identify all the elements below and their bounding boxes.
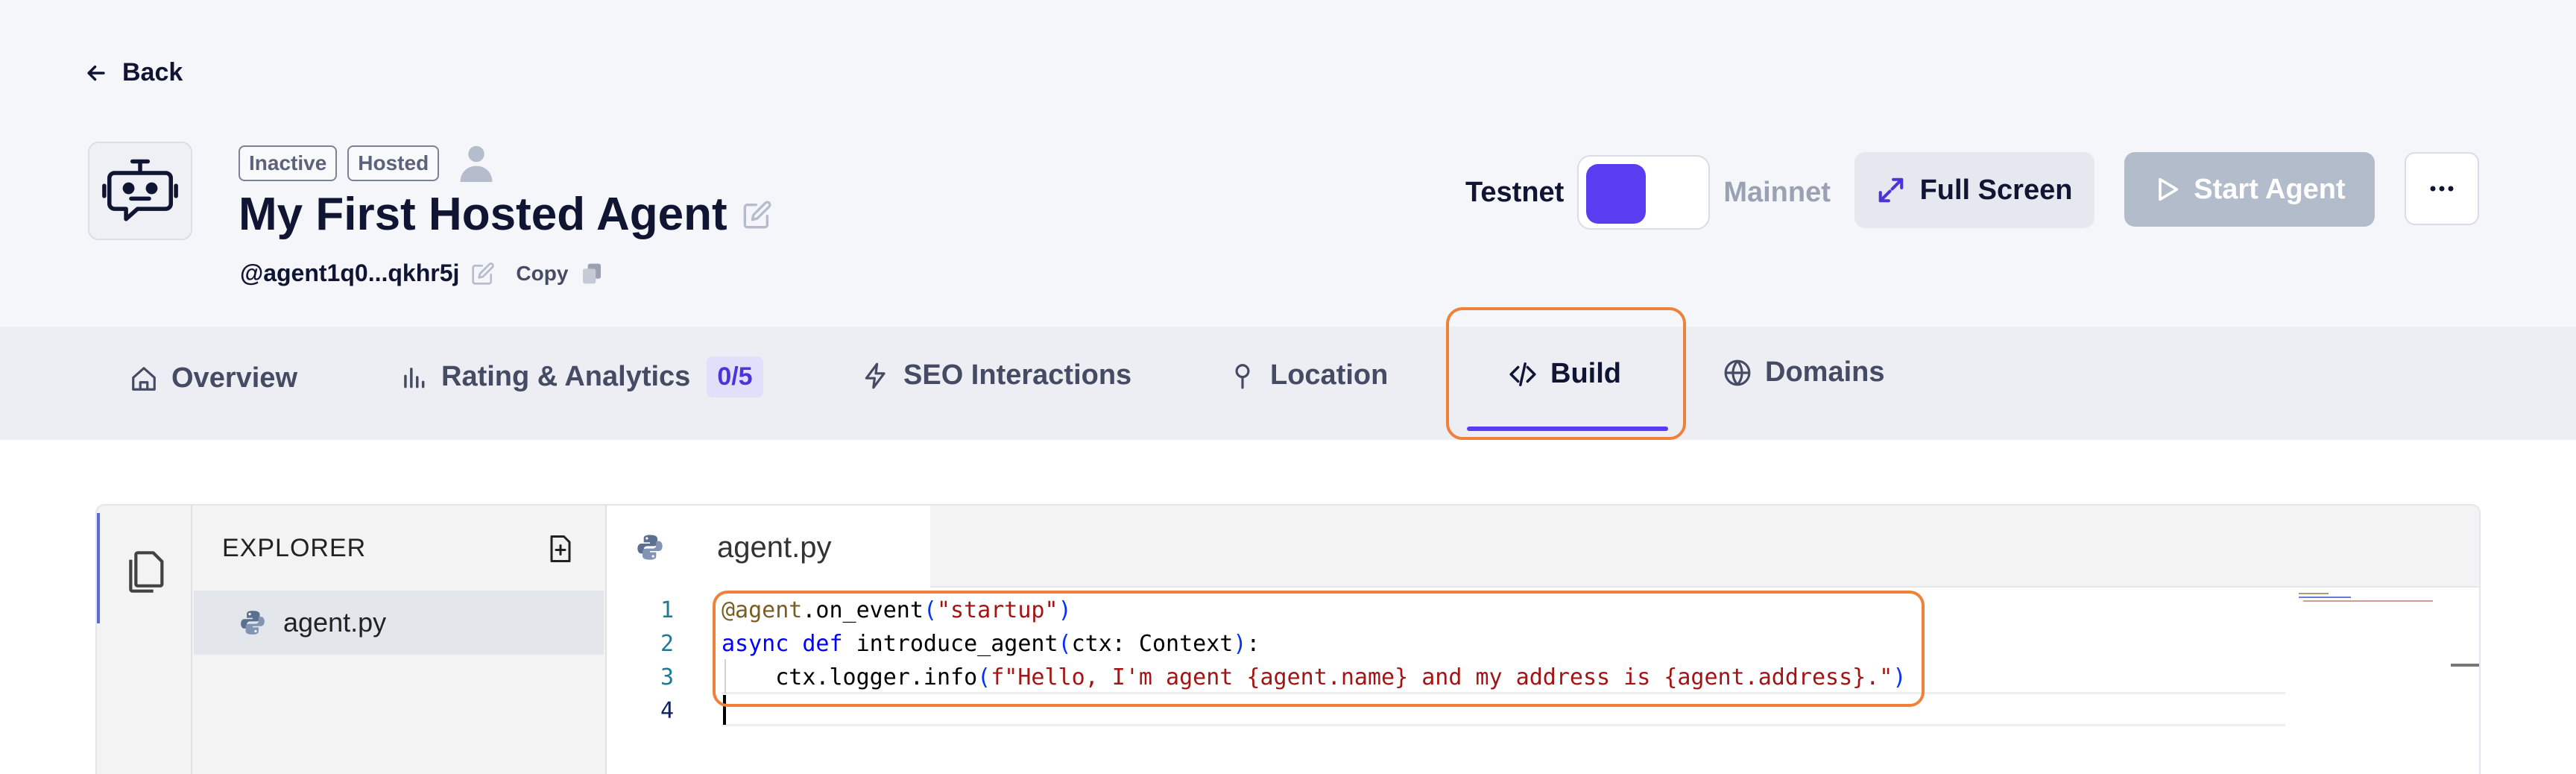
explorer-file-item[interactable]: agent.py [194,591,604,655]
person-icon [460,145,493,182]
agent-address: @agent1q0...qkhr5j [240,259,460,286]
tab-location[interactable]: Location [1228,359,1388,391]
editor-tab-agent-py[interactable]: agent.py [607,506,930,589]
start-agent-button[interactable]: Start Agent [2124,152,2375,227]
status-badge-hosted: Hosted [347,145,440,181]
full-screen-button[interactable]: Full Screen [1854,152,2094,228]
network-toggle[interactable] [1577,155,1711,230]
copy-icon[interactable] [580,262,604,286]
edit-icon[interactable] [742,200,772,230]
more-horizontal-icon [2430,186,2454,192]
editor-tab-bar: agent.py [607,506,2479,589]
explorer-title: EXPLORER [222,534,367,562]
lightning-icon [865,362,886,388]
status-badge-inactive: Inactive [239,145,338,181]
editor-tab-label: agent.py [717,530,832,564]
active-tab-indicator [1467,427,1668,431]
agent-name: My First Hosted Agent [239,189,727,240]
status-badges: Inactive Hosted [239,145,493,182]
tab-seo-interactions[interactable]: SEO Interactions [862,359,1131,391]
line-number: 2 [660,631,674,657]
agent-avatar [88,142,192,240]
network-switch: Testnet Mainnet [1465,155,1831,230]
play-icon [2159,177,2179,201]
tab-overview[interactable]: Overview [130,362,297,394]
pin-icon [1235,363,1250,388]
agent-address-row: @agent1q0...qkhr5j Copy [240,259,604,287]
activity-bar [97,506,192,774]
back-label: Back [122,58,183,86]
full-screen-label: Full Screen [1919,174,2073,206]
tab-rating-analytics[interactable]: Rating & Analytics 0/5 [400,356,763,397]
new-file-icon[interactable] [547,534,574,564]
tab-label: Domains [1765,356,1885,388]
tab-label: SEO Interactions [903,359,1132,391]
files-icon[interactable] [124,549,165,595]
tab-label: Overview [171,362,297,394]
tab-label: Location [1270,359,1389,391]
agent-header: Back Inactive Hosted My First Hosted Age… [0,0,2576,327]
line-number: 4 [660,698,674,724]
back-button[interactable]: Back [83,58,183,87]
line-number: 1 [660,597,674,623]
tab-label: Rating & Analytics [441,361,691,392]
tab-domains[interactable]: Domains [1723,356,1884,388]
explorer-panel: EXPLORER agent.py [194,506,604,774]
line-number: 3 [660,664,674,690]
code-highlight [713,591,1925,707]
home-icon [132,366,156,391]
toggle-knob [1586,164,1647,224]
copy-address-button[interactable]: Copy [516,262,568,286]
activity-active-indicator [97,513,100,623]
expand-icon [1878,177,1903,203]
arrow-left-icon [87,65,105,81]
mainnet-label[interactable]: Mainnet [1723,177,1831,209]
more-options-button[interactable] [2405,152,2479,225]
bar-chart-icon [404,367,425,388]
file-name: agent.py [283,607,387,638]
build-tab-highlight [1446,307,1686,440]
start-agent-label: Start Agent [2194,173,2346,205]
rating-count-badge: 0/5 [707,356,763,397]
robot-icon [102,159,178,221]
edit-address-icon[interactable] [471,262,495,286]
testnet-label[interactable]: Testnet [1465,177,1564,209]
globe-icon [1724,359,1751,386]
python-file-icon [637,535,663,560]
python-file-icon [241,611,265,635]
agent-tabs: Overview Rating & Analytics 0/5 SEO Inte… [0,327,2576,440]
page-title: My First Hosted Agent [239,188,772,241]
